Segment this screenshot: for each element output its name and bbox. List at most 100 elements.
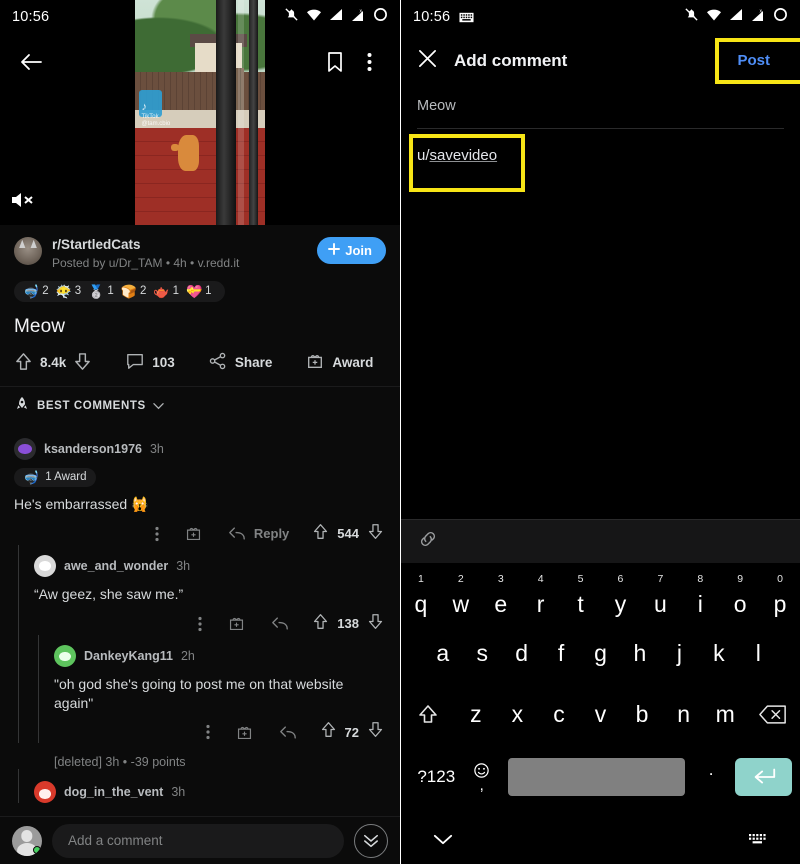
comment-thread-item: awe_and_wonder 3h “Aw geez, she saw me.” (0, 544, 400, 635)
upvote-icon[interactable] (320, 721, 337, 743)
key-l[interactable]: l (739, 623, 778, 684)
key-p[interactable]: 0p (760, 571, 800, 623)
chevron-down-icon[interactable] (433, 833, 453, 851)
comment-award-label: 1 Award (45, 471, 87, 484)
comment-sort-bar[interactable]: BEST COMMENTS (0, 385, 400, 428)
overflow-menu-icon[interactable] (352, 45, 386, 79)
thread-line (38, 634, 39, 744)
link-icon[interactable] (417, 528, 439, 555)
key-j[interactable]: j (660, 623, 699, 684)
post-content: r/StartledCats Posted by u/Dr_TAM • 4h •… (0, 225, 400, 864)
overflow-menu-icon[interactable] (142, 526, 172, 542)
comment-score: 544 (337, 526, 359, 542)
key-z[interactable]: z (455, 684, 497, 745)
gift-award-icon[interactable] (172, 525, 215, 542)
close-icon[interactable] (417, 48, 438, 74)
overflow-menu-icon[interactable] (193, 724, 223, 740)
overflow-menu-icon[interactable] (185, 616, 215, 632)
comment-award-badge[interactable]: 🤿 1 Award (14, 467, 96, 487)
emoji-icon[interactable]: , (463, 762, 499, 792)
upvote-icon[interactable] (14, 352, 33, 374)
award-badge: 🍞 2 (120, 283, 147, 299)
keyboard-icon[interactable] (748, 832, 768, 852)
comment-body: "oh god she's going to post me on that w… (54, 675, 344, 711)
key-g[interactable]: g (581, 623, 620, 684)
status-time: 10:56 (413, 9, 451, 25)
comment-editor-wrap: u/savevideo (401, 129, 800, 192)
downvote-icon[interactable] (367, 721, 384, 743)
period-key[interactable]: . (693, 760, 729, 794)
key-t[interactable]: 5t (561, 571, 601, 623)
avatar[interactable] (54, 644, 76, 667)
post-action-bar: 8.4k 103 Share Award (0, 338, 400, 386)
upvote-icon[interactable] (312, 613, 329, 635)
key-v[interactable]: v (580, 684, 622, 745)
key-q[interactable]: 1q (401, 571, 441, 623)
key-d[interactable]: d (502, 623, 541, 684)
key-m[interactable]: m (704, 684, 746, 745)
join-button-label: Join (345, 243, 372, 258)
enter-icon[interactable] (735, 757, 792, 796)
comment-author[interactable]: DankeyKang11 (84, 649, 173, 663)
upvote-icon[interactable] (312, 523, 329, 545)
key-r[interactable]: 4r (521, 571, 561, 623)
add-comment-bar: Add a comment (0, 816, 400, 864)
downvote-icon[interactable] (73, 352, 92, 374)
comment-author[interactable]: awe_and_wonder (64, 559, 168, 573)
key-a[interactable]: a (423, 623, 462, 684)
subreddit-name[interactable]: r/StartledCats (52, 237, 317, 254)
comment-editor-input[interactable]: u/savevideo (417, 147, 784, 164)
avatar[interactable] (12, 825, 42, 856)
post-awards[interactable]: 🤿 2 😶‍🌫️ 3 🥈 1 🍞 2 🫖 1 💝 1 (14, 280, 225, 302)
downvote-icon[interactable] (367, 523, 384, 545)
comment-body: “Aw geez, she saw me.” (34, 585, 184, 602)
reply-button[interactable] (258, 616, 302, 631)
key-w[interactable]: 2w (441, 571, 481, 623)
comment-author[interactable]: dog_in_the_vent (64, 785, 163, 799)
jump-to-next-icon[interactable] (354, 823, 388, 858)
key-c[interactable]: c (538, 684, 580, 745)
system-nav-bar (401, 820, 800, 864)
keyboard-row-4: ?123 , . (401, 745, 800, 808)
key-i[interactable]: 8i (680, 571, 720, 623)
backspace-icon[interactable] (746, 684, 800, 745)
thread-line (18, 634, 19, 744)
mute-icon[interactable] (10, 190, 36, 215)
avatar[interactable] (34, 554, 56, 577)
key-h[interactable]: h (620, 623, 659, 684)
gift-award-icon[interactable] (223, 724, 266, 741)
space-key[interactable] (507, 757, 685, 796)
reply-button[interactable] (266, 725, 310, 740)
award-icon: 🤿 (23, 283, 40, 299)
key-n[interactable]: n (663, 684, 705, 745)
add-comment-input[interactable]: Add a comment (52, 823, 344, 858)
join-button[interactable]: Join (317, 237, 386, 264)
key-x[interactable]: x (497, 684, 539, 745)
post-button[interactable]: Post (723, 42, 784, 79)
share-button[interactable]: Share (209, 352, 272, 373)
subreddit-avatar[interactable] (14, 237, 42, 265)
back-arrow-icon[interactable] (14, 45, 48, 79)
comments-button[interactable]: 103 (126, 352, 175, 373)
deleted-comment: [deleted] 3h • -39 points (54, 755, 186, 770)
key-o[interactable]: 9o (720, 571, 760, 623)
key-e[interactable]: 3e (481, 571, 521, 623)
comment-body: He's embarrassed 🙀 (14, 495, 149, 512)
key-s[interactable]: s (462, 623, 501, 684)
downvote-icon[interactable] (367, 613, 384, 635)
key-y[interactable]: 6y (601, 571, 641, 623)
comment-author[interactable]: ksanderson1976 (44, 442, 142, 456)
bookmark-icon[interactable] (318, 45, 352, 79)
gift-award-icon[interactable] (215, 615, 258, 632)
key-k[interactable]: k (699, 623, 738, 684)
reply-button[interactable]: Reply (215, 526, 302, 541)
avatar[interactable] (34, 781, 56, 804)
key-f[interactable]: f (541, 623, 580, 684)
symbols-key[interactable]: ?123 (409, 767, 463, 787)
avatar[interactable] (14, 437, 36, 460)
key-u[interactable]: 7u (640, 571, 680, 623)
comma-key[interactable]: , (480, 778, 484, 792)
award-button[interactable]: Award (306, 352, 373, 373)
key-b[interactable]: b (621, 684, 663, 745)
shift-icon[interactable] (401, 684, 455, 745)
